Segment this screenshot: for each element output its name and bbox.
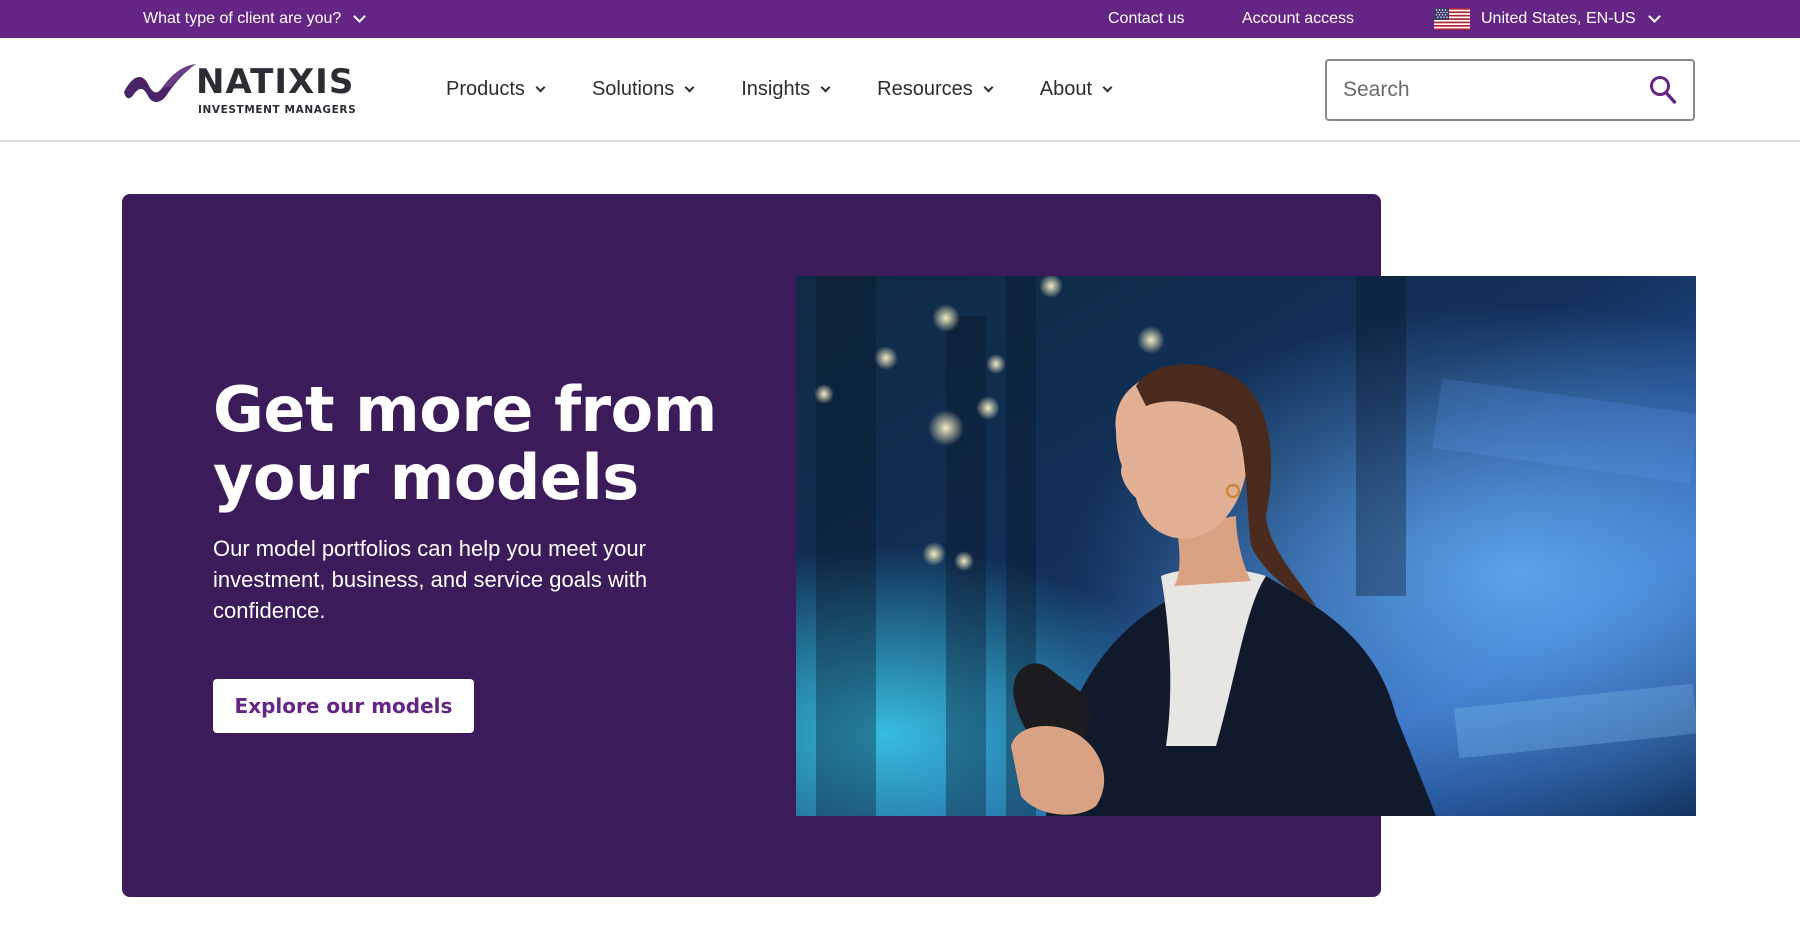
chevron-down-icon [1102,82,1113,92]
utility-bar: What type of client are you? Contact us … [0,0,1800,38]
client-type-selector[interactable]: What type of client are you? [143,0,367,38]
nav-resources[interactable]: Resources [877,77,994,101]
chevron-down-icon [1647,10,1661,23]
locale-label: United States, EN-US [1481,10,1636,27]
nav-solutions[interactable]: Solutions [591,77,695,101]
logo-tagline: INVESTMENT MANAGERS [198,104,357,116]
client-type-label: What type of client are you? [143,10,342,27]
nav-label: Products [446,77,525,100]
explore-models-button[interactable]: Explore our models [213,679,474,733]
locale-selector[interactable]: United States, EN-US [1434,0,1661,38]
nav-products[interactable]: Products [446,77,546,101]
nav-label: Insights [741,77,811,100]
chevron-down-icon [983,82,994,92]
main-nav: Products Solutions Insights Resources Ab… [446,38,1113,140]
chevron-down-icon [820,82,831,92]
nav-label: About [1039,77,1093,100]
search-input[interactable] [1327,78,1627,102]
hero-description: Our model portfolios can help you meet y… [213,536,648,623]
nav-insights[interactable]: Insights [741,77,831,101]
nav-label: Solutions [591,77,675,100]
hero-image [796,276,1696,816]
us-flag-icon [1434,8,1470,30]
chevron-down-icon [535,82,546,92]
logo-swoosh-icon [124,64,196,102]
natixis-logo[interactable]: NATIXIS INVESTMENT MANAGERS [122,60,366,120]
account-access-link[interactable]: Account access [1242,0,1354,38]
search-box [1325,59,1695,121]
nav-about[interactable]: About [1039,77,1113,101]
hero-title: Get more from your models [213,373,717,514]
site-header: NATIXIS INVESTMENT MANAGERS Products Sol… [0,38,1800,142]
logo-wordmark: NATIXIS [196,62,355,102]
chevron-down-icon [684,82,695,92]
contact-us-link[interactable]: Contact us [1108,0,1184,38]
nav-label: Resources [877,77,973,100]
chevron-down-icon [353,10,367,23]
search-icon[interactable] [1649,75,1677,105]
